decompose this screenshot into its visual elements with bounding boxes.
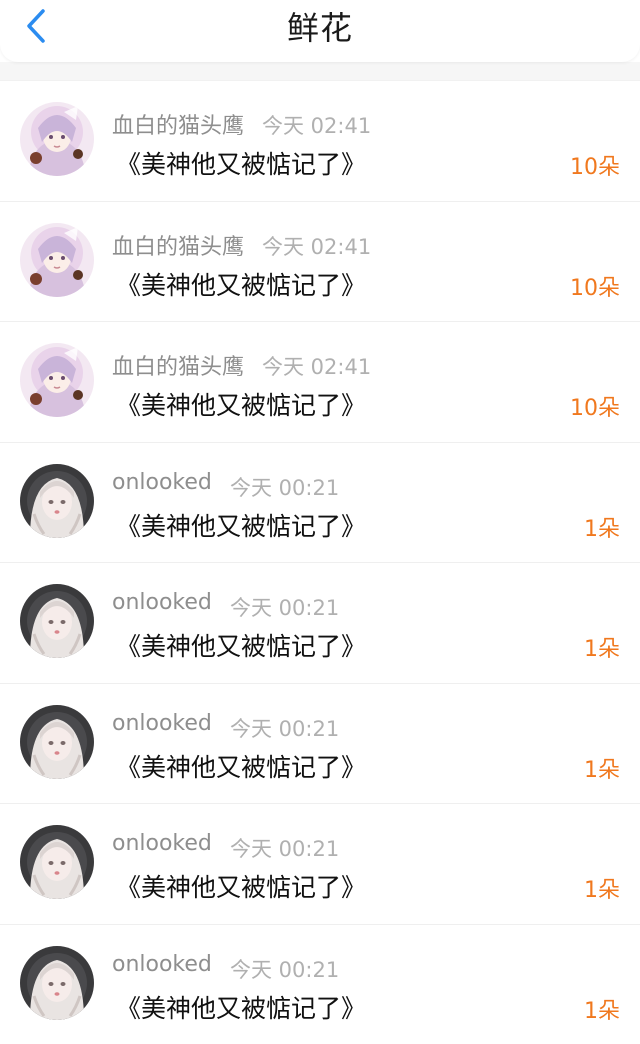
flower-count: 10朵: [570, 149, 620, 181]
user-name[interactable]: 血白的猫头鹰: [112, 108, 244, 140]
flower-count: 1朵: [584, 993, 620, 1025]
flower-count: 10朵: [570, 270, 620, 302]
timestamp: 今天 02:41: [262, 351, 371, 381]
flower-count: 1朵: [584, 511, 620, 543]
flower-list: 血白的猫头鹰今天 02:41《美神他又被惦记了》10朵血白的猫头鹰今天 02:4…: [0, 80, 640, 1044]
book-title[interactable]: 《美神他又被惦记了》: [116, 868, 366, 904]
book-title[interactable]: 《美神他又被惦记了》: [116, 748, 366, 784]
avatar[interactable]: [20, 825, 94, 899]
list-item[interactable]: onlooked 今天 00:21 《美神他又被惦记了》 1朵: [0, 442, 640, 563]
user-name[interactable]: 血白的猫头鹰: [112, 349, 244, 381]
page-title: 鲜花: [0, 6, 640, 50]
timestamp: 今天 02:41: [262, 110, 371, 140]
book-title[interactable]: 《美神他又被惦记了》: [116, 507, 366, 543]
avatar[interactable]: [20, 464, 94, 538]
avatar[interactable]: [20, 946, 94, 1020]
avatar[interactable]: [20, 223, 94, 297]
flower-count: 10朵: [570, 390, 620, 422]
user-name[interactable]: onlooked: [112, 711, 212, 736]
list-item[interactable]: onlooked 今天 00:21 《美神他又被惦记了》 1朵: [0, 562, 640, 683]
avatar[interactable]: [20, 584, 94, 658]
list-item[interactable]: 血白的猫头鹰今天 02:41 《美神他又被惦记了》 10朵: [0, 321, 640, 442]
book-title[interactable]: 《美神他又被惦记了》: [116, 386, 366, 422]
book-title[interactable]: 《美神他又被惦记了》: [116, 266, 366, 302]
timestamp: 今天 02:41: [262, 231, 371, 261]
avatar[interactable]: [20, 705, 94, 779]
timestamp: 今天 00:21: [230, 472, 339, 502]
avatar[interactable]: [20, 343, 94, 417]
book-title[interactable]: 《美神他又被惦记了》: [116, 627, 366, 663]
book-title[interactable]: 《美神他又被惦记了》: [116, 145, 366, 181]
top-header: 鲜花: [0, 0, 640, 62]
timestamp: 今天 00:21: [230, 713, 339, 743]
list-item[interactable]: onlooked 今天 00:21 《美神他又被惦记了》 1朵: [0, 683, 640, 804]
flower-count: 1朵: [584, 631, 620, 663]
book-title[interactable]: 《美神他又被惦记了》: [116, 989, 366, 1025]
timestamp: 今天 00:21: [230, 833, 339, 863]
flower-count: 1朵: [584, 872, 620, 904]
list-item[interactable]: onlooked 今天 00:21 《美神他又被惦记了》 1朵: [0, 803, 640, 924]
user-name[interactable]: onlooked: [112, 952, 212, 977]
header-spacer: [0, 62, 640, 80]
user-name[interactable]: onlooked: [112, 590, 212, 615]
list-item[interactable]: 血白的猫头鹰今天 02:41 《美神他又被惦记了》 10朵: [0, 201, 640, 322]
flower-count: 1朵: [584, 752, 620, 784]
user-name[interactable]: 血白的猫头鹰: [112, 229, 244, 261]
user-name[interactable]: onlooked: [112, 470, 212, 495]
timestamp: 今天 00:21: [230, 954, 339, 984]
avatar[interactable]: [20, 102, 94, 176]
list-item[interactable]: onlooked 今天 00:21 《美神他又被惦记了》 1朵: [0, 924, 640, 1044]
list-item[interactable]: 血白的猫头鹰今天 02:41 《美神他又被惦记了》 10朵: [0, 80, 640, 201]
timestamp: 今天 00:21: [230, 592, 339, 622]
user-name[interactable]: onlooked: [112, 831, 212, 856]
